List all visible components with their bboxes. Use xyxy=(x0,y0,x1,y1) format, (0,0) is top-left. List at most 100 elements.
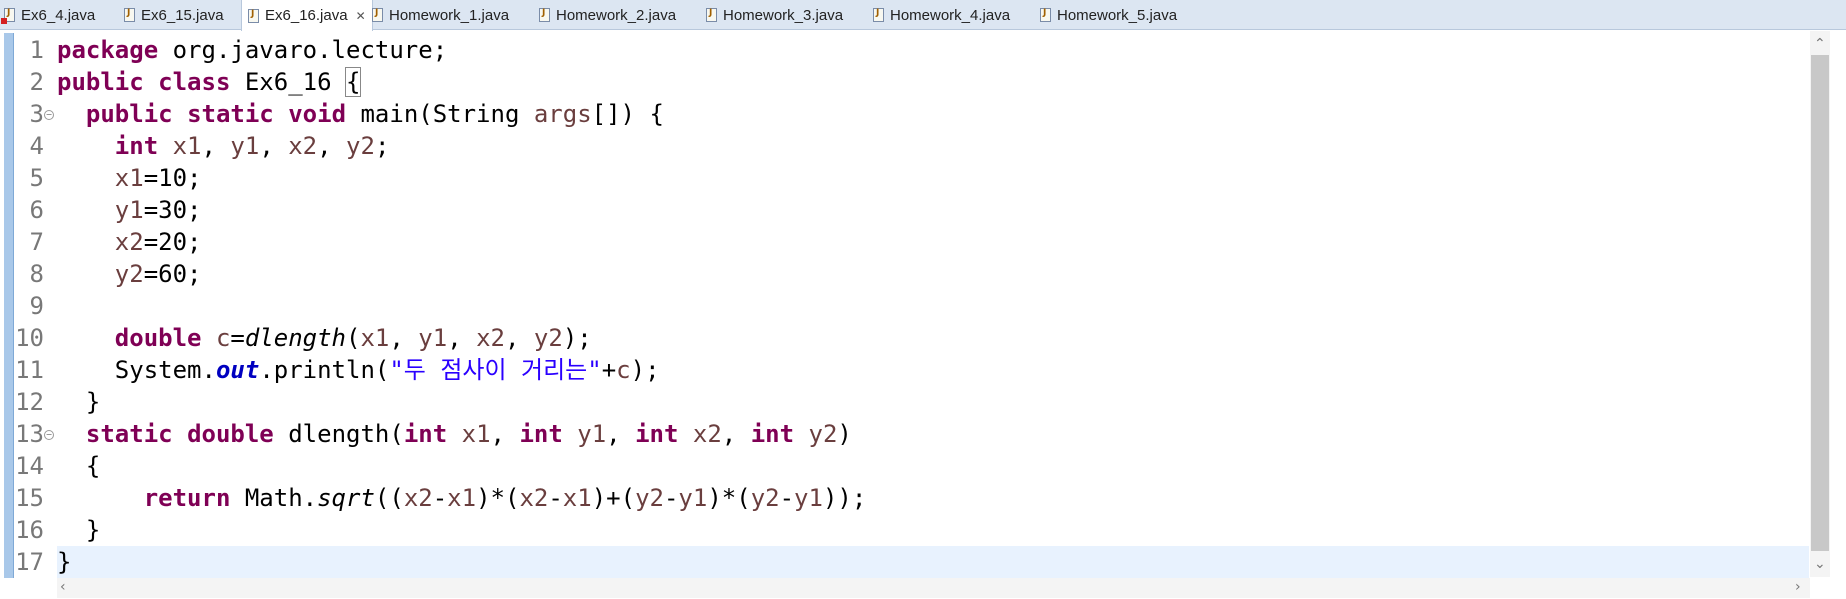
tab-label: Homework_4.java xyxy=(890,6,1011,24)
code-token: class xyxy=(158,68,231,96)
code-token: static xyxy=(187,100,274,128)
line-number: 6 xyxy=(29,196,44,224)
tab-ex6-4[interactable]: Ex6_4.java xyxy=(1,0,96,30)
code-line[interactable]: static double dlength(int x1, int y1, in… xyxy=(57,418,852,450)
code-line[interactable]: } xyxy=(57,386,100,418)
line-number: 8 xyxy=(29,260,44,288)
code-token: void xyxy=(288,100,347,128)
code-line[interactable]: y1=30; xyxy=(57,194,202,226)
code-token: x2 xyxy=(692,420,722,448)
code-line[interactable]: x2=20; xyxy=(57,226,202,258)
code-token: x1 xyxy=(461,420,491,448)
tab-homework-4[interactable]: Homework_4.java xyxy=(873,0,1010,30)
code-line[interactable]: double c=dlength(x1, y1, x2, y2); xyxy=(57,322,592,354)
code-token: out xyxy=(215,356,260,384)
code-line[interactable]: public static void main(String args[]) { xyxy=(57,98,664,130)
code-token: int xyxy=(114,132,159,160)
code-token: x2 xyxy=(519,484,549,512)
code-line[interactable]: { xyxy=(57,450,100,482)
code-token: double xyxy=(187,420,274,448)
code-line[interactable]: int x1, y1, x2, y2; xyxy=(57,130,390,162)
code-token: int xyxy=(519,420,563,448)
scroll-down-arrow-icon[interactable]: ⌄ xyxy=(1814,556,1826,572)
line-number: 9 xyxy=(29,292,44,320)
java-file-icon xyxy=(1040,8,1051,22)
code-token: int xyxy=(403,420,448,448)
code-line[interactable]: return Math.sqrt((x2-x1)*(x2-x1)+(y2-y1)… xyxy=(57,482,867,514)
code-token: static xyxy=(85,420,173,448)
code-token: package xyxy=(57,36,159,64)
code-token: c xyxy=(215,324,231,352)
line-number: 1 xyxy=(29,36,44,64)
tab-homework-5[interactable]: Homework_5.java xyxy=(1040,0,1177,30)
line-number: 17 xyxy=(15,548,44,576)
code-token: x1 xyxy=(114,164,144,192)
java-file-icon xyxy=(248,8,259,23)
code-token: []) { xyxy=(591,100,664,128)
java-file-icon xyxy=(539,8,550,22)
code-token: = xyxy=(230,324,245,352)
code-token: x1 xyxy=(172,132,202,160)
code-line[interactable]: } xyxy=(57,514,100,546)
code-token: args xyxy=(533,100,592,128)
code-token: - xyxy=(779,484,795,512)
code-line[interactable]: public class Ex6_16 { xyxy=(57,66,362,98)
code-token: - xyxy=(432,484,448,512)
tab-homework-1[interactable]: Homework_1.java xyxy=(372,0,509,30)
code-token: System. xyxy=(57,356,216,384)
change-ruler xyxy=(4,33,14,578)
code-token: y2 xyxy=(533,324,563,352)
code-line[interactable]: x1=10; xyxy=(57,162,202,194)
code-line[interactable]: System.out.println("두 점사이 거리는"+c); xyxy=(57,354,660,386)
code-token: { xyxy=(57,452,101,480)
tab-homework-2[interactable]: Homework_2.java xyxy=(539,0,676,30)
horizontal-scrollbar[interactable] xyxy=(57,578,1810,598)
code-token: y2 xyxy=(114,260,144,288)
code-line[interactable]: } xyxy=(57,546,71,578)
tab-label: Homework_1.java xyxy=(389,6,510,24)
scroll-right-arrow-icon[interactable]: › xyxy=(1795,579,1801,595)
code-token: , xyxy=(259,132,289,160)
code-token: y1 xyxy=(418,324,448,352)
code-token: x2 xyxy=(403,484,433,512)
tab-label: Ex6_16.java xyxy=(265,7,348,24)
code-token: y2 xyxy=(808,420,838,448)
tab-ex6-15[interactable]: Ex6_15.java xyxy=(124,0,224,30)
code-token: sqrt xyxy=(317,484,375,512)
code-token: Ex6_16 xyxy=(230,68,346,96)
code-line[interactable]: y2=60; xyxy=(57,258,202,290)
scroll-left-arrow-icon[interactable]: ‹ xyxy=(60,579,66,595)
code-token: , xyxy=(490,420,520,448)
code-token: ) xyxy=(837,420,852,448)
tab-label: Homework_2.java xyxy=(556,6,677,24)
code-token: y1 xyxy=(678,484,708,512)
code-line[interactable]: package org.javaro.lecture; xyxy=(57,34,447,66)
line-number: 2 xyxy=(29,68,44,96)
code-token: x2 xyxy=(114,228,144,256)
java-file-icon xyxy=(873,8,884,22)
close-tab-icon[interactable]: ✕ xyxy=(356,9,366,23)
code-token: =10; xyxy=(143,164,202,192)
tab-ex6-16[interactable]: Ex6_16.java ✕ xyxy=(241,0,373,31)
tab-homework-3[interactable]: Homework_3.java xyxy=(706,0,843,30)
code-token: )); xyxy=(822,484,867,512)
fold-collapse-icon[interactable]: − xyxy=(44,430,54,440)
code-token: y1 xyxy=(230,132,260,160)
code-token: x2 xyxy=(476,324,505,352)
code-token: .println( xyxy=(259,356,390,384)
tab-label: Ex6_4.java xyxy=(21,6,96,24)
code-token: y2 xyxy=(635,484,664,512)
java-file-icon xyxy=(706,8,717,22)
scroll-up-arrow-icon[interactable]: ⌃ xyxy=(1814,36,1826,52)
java-file-error-icon xyxy=(1,8,15,24)
tab-label: Homework_3.java xyxy=(723,6,844,24)
vertical-scroll-thumb[interactable] xyxy=(1811,55,1829,551)
code-token: dlength xyxy=(244,324,347,352)
java-file-icon xyxy=(372,8,383,22)
fold-collapse-icon[interactable]: − xyxy=(44,110,54,120)
